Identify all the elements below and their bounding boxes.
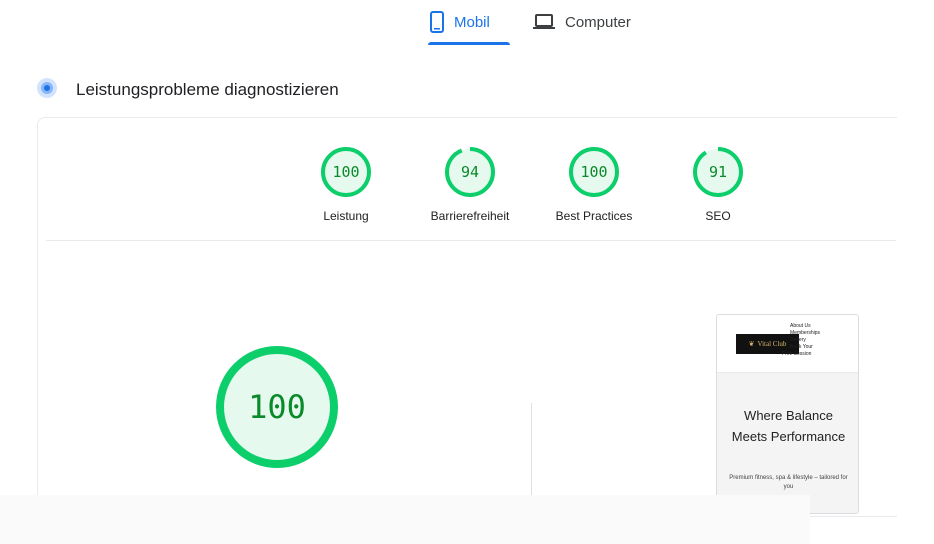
bottom-overlay bbox=[0, 495, 810, 544]
nav-item: Free Session bbox=[782, 351, 812, 357]
category-gauge-performance[interactable]: 100 Leistung bbox=[286, 146, 406, 223]
category-label: Barrierefreiheit bbox=[430, 209, 510, 223]
gauge-ring: 94 bbox=[444, 146, 496, 198]
category-label: SEO bbox=[705, 209, 731, 223]
nav-item: Memberships bbox=[790, 330, 821, 336]
section-header: Leistungsprobleme diagnostizieren bbox=[36, 76, 339, 104]
category-score: 100 bbox=[332, 163, 360, 181]
tab-desktop-label: Computer bbox=[565, 13, 631, 31]
category-gauge-accessibility[interactable]: 94 Barrierefreiheit bbox=[410, 146, 530, 223]
category-gauge-seo[interactable]: 91 SEO bbox=[658, 146, 778, 223]
screenshot-hero: Where Balance Meets Performance Premium … bbox=[717, 373, 858, 513]
logo-leaf-icon: ❦ bbox=[748, 340, 755, 348]
main-score-gauge: 100 bbox=[214, 344, 340, 470]
nav-item: Gallery bbox=[790, 337, 806, 343]
screenshot-header: ❦ Vital Club About Us Memberships Galler… bbox=[717, 315, 858, 373]
category-label: Leistung bbox=[323, 209, 369, 223]
category-gauge-best-practices[interactable]: 100 Best Practices bbox=[534, 146, 654, 223]
section-title: Leistungsprobleme diagnostizieren bbox=[76, 80, 339, 99]
smartphone-icon bbox=[430, 11, 444, 33]
gauge-ring: 91 bbox=[692, 146, 744, 198]
nav-item: Book Your bbox=[790, 344, 813, 350]
category-score: 100 bbox=[580, 163, 608, 181]
logo-text: Vital Club bbox=[757, 340, 787, 348]
device-tabs: Mobil Computer bbox=[0, 0, 934, 60]
tab-mobile[interactable]: Mobil bbox=[430, 8, 490, 36]
active-tab-indicator bbox=[428, 42, 510, 45]
gauge-ring: 100 bbox=[568, 146, 620, 198]
category-score: 91 bbox=[708, 163, 728, 181]
gauge-ring: 100 bbox=[320, 146, 372, 198]
laptop-icon bbox=[533, 14, 555, 30]
page-screenshot: ❦ Vital Club About Us Memberships Galler… bbox=[716, 314, 859, 514]
main-score: 100 bbox=[248, 388, 306, 426]
category-label: Best Practices bbox=[555, 209, 633, 223]
tab-mobile-label: Mobil bbox=[454, 13, 490, 31]
nav-item: About Us bbox=[790, 323, 811, 329]
screenshot-nav: About Us Memberships Gallery Book Your F… bbox=[782, 323, 846, 358]
tab-desktop[interactable]: Computer bbox=[533, 8, 631, 36]
screenshot-subtext: Premium fitness, spa & lifestyle – tailo… bbox=[729, 475, 848, 490]
diagnostics-icon bbox=[36, 77, 58, 104]
category-score: 94 bbox=[460, 163, 480, 181]
divider bbox=[46, 240, 896, 241]
screenshot-heading: Where Balance Meets Performance bbox=[731, 408, 846, 444]
report-card: 100 Leistung 94 Barrierefreiheit 100 Bes… bbox=[37, 117, 897, 523]
